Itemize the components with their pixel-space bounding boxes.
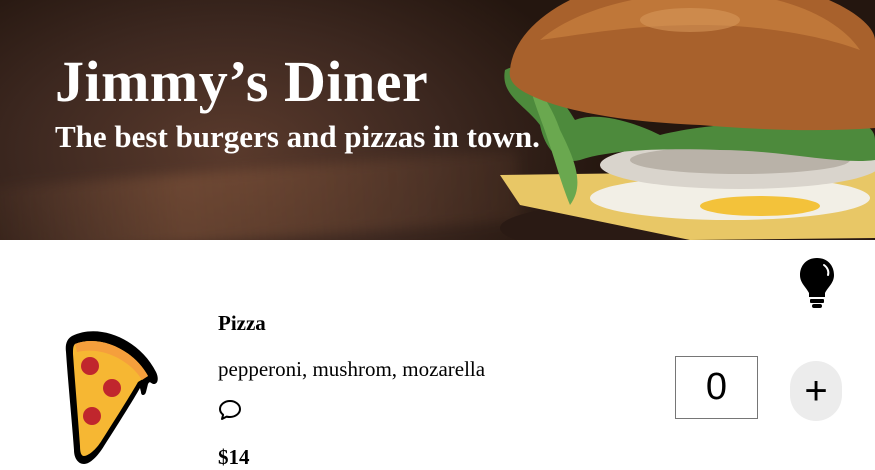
- restaurant-subtitle: The best burgers and pizzas in town.: [55, 119, 540, 154]
- comment-icon[interactable]: [218, 398, 242, 422]
- add-to-order-button[interactable]: +: [790, 361, 842, 421]
- item-name: Pizza: [218, 311, 266, 335]
- menu-item-pizza: Pizza pepperoni, mushrom, mozarella $14 …: [0, 300, 875, 469]
- restaurant-title: Jimmy’s Diner: [55, 49, 429, 114]
- item-price: $14: [218, 445, 250, 469]
- pizza-icon: [65, 331, 158, 464]
- hero-banner: Jimmy’s Diner The best burgers and pizza…: [0, 0, 875, 240]
- quantity-field[interactable]: 0: [675, 356, 758, 419]
- item-ingredients: pepperoni, mushrom, mozarella: [218, 357, 486, 381]
